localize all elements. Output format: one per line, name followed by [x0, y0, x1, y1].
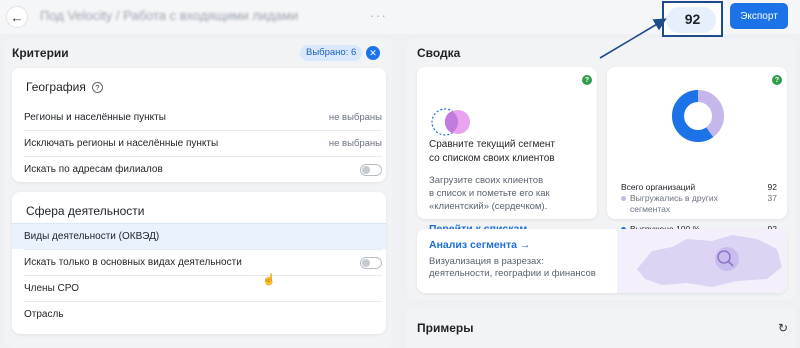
summary-panel: Сводка ? Сравните текущий сегмент со спи…: [407, 38, 796, 300]
top-bar: ← Под Velocity / Работа с входящими лида…: [0, 0, 800, 37]
count-value: 92: [684, 11, 701, 27]
compare-card: ? Сравните текущий сегмент со списком св…: [417, 67, 597, 235]
arrow-left-icon: ←: [10, 9, 24, 25]
criteria-title: Критерии: [12, 46, 69, 60]
summary-title: Сводка: [417, 46, 461, 60]
exclude-regions-value: не выбраны: [328, 138, 382, 149]
industry-row[interactable]: Отрасль: [24, 301, 382, 327]
sro-row[interactable]: Члены СРО: [24, 275, 382, 301]
segment-analysis-link[interactable]: Анализ сегмента →: [429, 239, 530, 251]
sphere-title: Сфера деятельности: [26, 204, 145, 218]
russia-map-illustration: [617, 229, 787, 293]
branch-address-row: Искать по адресам филиалов: [24, 156, 382, 182]
selected-badge[interactable]: Выбрано: 6: [300, 45, 363, 61]
branch-address-toggle[interactable]: [360, 163, 382, 176]
refresh-icon[interactable]: ↻: [778, 321, 788, 335]
examples-panel: Примеры ↻: [407, 307, 796, 348]
sphere-card: Сфера деятельности Виды деятельности (ОК…: [12, 192, 386, 334]
clear-selection-icon[interactable]: ✕: [366, 46, 380, 60]
stat-other-segments-row: Выгружались в других сегментах 37: [621, 193, 777, 215]
stat-total-row: Всего организаций 92: [621, 182, 777, 192]
regions-row[interactable]: Регионы и населённые пункты не выбраны: [24, 104, 382, 130]
segment-analysis-card[interactable]: Анализ сегмента → Визуализация в разреза…: [417, 229, 787, 293]
compare-description: Загрузите своих клиентов в список и поме…: [429, 175, 550, 212]
export-button[interactable]: Экспорт: [730, 3, 788, 29]
stats-table: Всего организаций 92 Выгружались в други…: [621, 182, 777, 235]
geography-card: География? Регионы и населённые пункты н…: [12, 68, 386, 182]
examples-title: Примеры: [417, 321, 474, 335]
criteria-panel: Критерии Выбрано: 6 ✕ География? Регионы…: [4, 38, 392, 348]
organization-count: 92: [662, 1, 723, 37]
segment-analysis-description: Визуализация в разрезах: деятельности, г…: [429, 256, 596, 279]
compare-heading: Сравните текущий сегмент со списком свои…: [429, 139, 556, 164]
help-icon[interactable]: ?: [91, 82, 103, 93]
legend-dot: [621, 196, 626, 201]
hand-cursor-icon: ☝: [262, 274, 276, 286]
help-icon[interactable]: ?: [582, 75, 592, 85]
geography-title: География?: [26, 80, 103, 94]
regions-value: не выбраны: [328, 111, 382, 123]
help-icon[interactable]: ?: [772, 75, 782, 85]
organizations-donut: [672, 90, 724, 142]
venn-icon: [431, 108, 470, 136]
stats-card: ? Всего организаций 92 Выгружались в дру…: [607, 67, 787, 234]
main-activity-row: Искать только в основных видах деятельно…: [24, 249, 382, 275]
breadcrumb: Под Velocity / Работа с входящими лидами: [40, 8, 299, 23]
more-icon[interactable]: ···: [370, 7, 387, 23]
back-button[interactable]: ←: [6, 6, 28, 28]
okved-row[interactable]: Виды деятельности (ОКВЭД): [12, 223, 386, 249]
main-activity-toggle[interactable]: [360, 256, 382, 269]
exclude-regions-row[interactable]: Исключать регионы и населённые пункты не…: [24, 130, 382, 156]
